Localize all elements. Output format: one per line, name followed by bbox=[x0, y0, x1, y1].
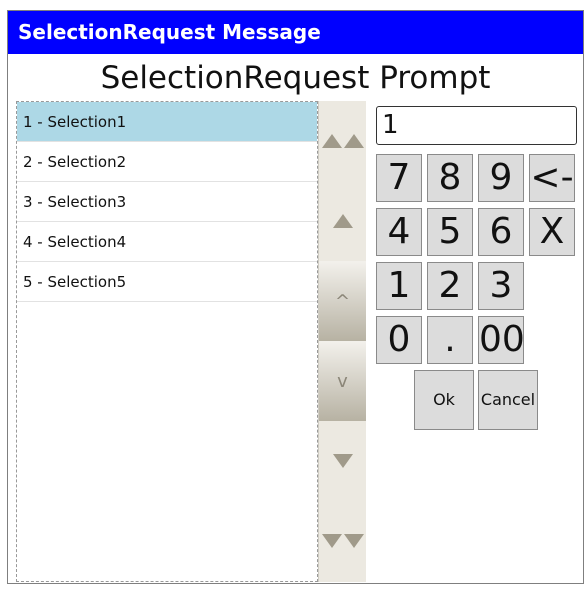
down-arrow-icon bbox=[332, 454, 353, 468]
scroll-down-button[interactable] bbox=[319, 421, 366, 501]
page-up-thumb[interactable]: ^ bbox=[319, 261, 366, 341]
key-3[interactable]: 3 bbox=[478, 262, 524, 310]
ok-button[interactable]: Ok bbox=[414, 370, 474, 430]
window-title: SelectionRequest Message bbox=[8, 11, 583, 54]
list-item-label: 2 - Selection2 bbox=[23, 153, 127, 171]
prompt-heading: SelectionRequest Prompt bbox=[100, 60, 491, 96]
page-down-thumb[interactable]: v bbox=[319, 341, 366, 421]
scroll-bottom-button[interactable] bbox=[319, 501, 366, 581]
list-item-label: 1 - Selection1 bbox=[23, 113, 127, 131]
key-7[interactable]: 7 bbox=[376, 154, 422, 202]
list-item[interactable]: 1 - Selection1 bbox=[17, 102, 317, 142]
list-item[interactable]: 4 - Selection4 bbox=[17, 222, 317, 262]
number-input[interactable]: 1 bbox=[376, 106, 577, 145]
key-decimal[interactable]: . bbox=[427, 316, 473, 364]
key-00[interactable]: 00 bbox=[478, 316, 525, 364]
double-down-arrow-icon bbox=[321, 534, 364, 548]
key-2[interactable]: 2 bbox=[427, 262, 473, 310]
chevron-up-icon: ^ bbox=[334, 290, 351, 312]
scroll-up-button[interactable] bbox=[319, 181, 366, 261]
list-item[interactable]: 5 - Selection5 bbox=[17, 262, 317, 302]
chevron-down-icon: v bbox=[337, 370, 348, 392]
list-item[interactable]: 2 - Selection2 bbox=[17, 142, 317, 182]
scroll-top-button[interactable] bbox=[319, 101, 366, 181]
up-arrow-icon bbox=[332, 214, 353, 228]
cancel-button[interactable]: Cancel bbox=[478, 370, 538, 430]
key-5[interactable]: 5 bbox=[427, 208, 473, 256]
key-1[interactable]: 1 bbox=[376, 262, 422, 310]
key-8[interactable]: 8 bbox=[427, 154, 473, 202]
key-4[interactable]: 4 bbox=[376, 208, 422, 256]
list-item-label: 5 - Selection5 bbox=[23, 273, 127, 291]
selection-list[interactable]: 1 - Selection1 2 - Selection2 3 - Select… bbox=[16, 101, 318, 582]
selection-request-window: SelectionRequest Message SelectionReques… bbox=[7, 10, 584, 584]
key-9[interactable]: 9 bbox=[478, 154, 524, 202]
list-item-label: 3 - Selection3 bbox=[23, 193, 127, 211]
backspace-key[interactable]: <- bbox=[529, 154, 575, 202]
list-item[interactable]: 3 - Selection3 bbox=[17, 182, 317, 222]
key-6[interactable]: 6 bbox=[478, 208, 524, 256]
list-item-label: 4 - Selection4 bbox=[23, 233, 127, 251]
double-up-arrow-icon bbox=[321, 134, 364, 148]
list-scrollbar[interactable]: ^ v bbox=[318, 101, 366, 582]
clear-key[interactable]: X bbox=[529, 208, 575, 256]
key-0[interactable]: 0 bbox=[376, 316, 422, 364]
